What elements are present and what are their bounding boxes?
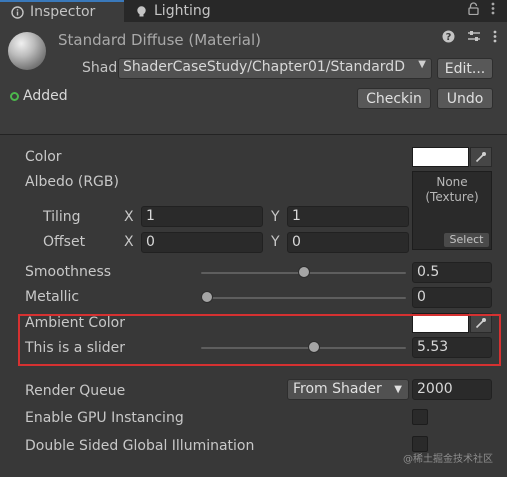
render-queue-dropdown[interactable]: From Shader ▼ bbox=[287, 379, 409, 400]
tiling-y-input[interactable]: 1 bbox=[287, 206, 409, 227]
chevron-down-icon: ▼ bbox=[418, 59, 426, 70]
texture-type-text: (Texture) bbox=[425, 190, 479, 204]
tab-lighting-label: Lighting bbox=[154, 3, 211, 19]
gpu-instancing-checkbox[interactable] bbox=[412, 409, 428, 425]
material-sphere-icon bbox=[8, 32, 46, 70]
kebab-menu-icon[interactable] bbox=[491, 2, 495, 19]
help-icon[interactable]: ? bbox=[442, 30, 455, 47]
kebab-menu-icon[interactable] bbox=[493, 30, 497, 47]
edit-shader-button[interactable]: Edit... bbox=[437, 58, 493, 79]
tiling-x-input[interactable]: 1 bbox=[141, 206, 263, 227]
shader-value: ShaderCaseStudy/Chapter01/StandardD bbox=[123, 59, 405, 75]
presets-icon[interactable] bbox=[467, 30, 481, 47]
shader-dropdown[interactable]: ShaderCaseStudy/Chapter01/StandardD ▼ bbox=[118, 58, 432, 79]
offset-y-input[interactable]: 0 bbox=[287, 232, 409, 253]
smoothness-label: Smoothness bbox=[25, 264, 112, 280]
material-header: Standard Diffuse (Material) ? Shader Sha… bbox=[0, 22, 507, 135]
color-label: Color bbox=[25, 149, 62, 165]
added-status-icon bbox=[10, 91, 19, 101]
texture-none-text: None bbox=[436, 175, 468, 189]
svg-text:?: ? bbox=[446, 32, 452, 43]
offset-label: Offset bbox=[43, 234, 86, 250]
watermark: @稀土掘金技术社区 bbox=[403, 454, 493, 465]
material-properties: Color Albedo (RGB) None (Texture) Select… bbox=[0, 136, 507, 477]
vcs-status: Added bbox=[10, 88, 68, 104]
metallic-slider-track[interactable] bbox=[201, 297, 406, 299]
offset-x-input[interactable]: 0 bbox=[141, 232, 263, 253]
color-swatch[interactable] bbox=[412, 147, 469, 167]
render-queue-mode: From Shader bbox=[293, 381, 382, 397]
render-queue-label: Render Queue bbox=[25, 383, 126, 399]
tiling-y-label: Y bbox=[271, 209, 280, 225]
offset-y-label: Y bbox=[271, 234, 280, 250]
chevron-down-icon: ▼ bbox=[394, 384, 402, 395]
texture-select-button[interactable]: Select bbox=[444, 233, 489, 247]
undo-button[interactable]: Undo bbox=[437, 88, 493, 109]
info-icon bbox=[10, 5, 24, 19]
render-queue-input[interactable]: 2000 bbox=[412, 379, 492, 400]
metallic-input[interactable]: 0 bbox=[412, 287, 492, 308]
albedo-label: Albedo (RGB) bbox=[25, 174, 119, 190]
tab-inspector-label: Inspector bbox=[30, 4, 96, 20]
highlight-box bbox=[18, 314, 501, 366]
tab-lighting[interactable]: Lighting bbox=[128, 0, 258, 22]
gpu-instancing-label: Enable GPU Instancing bbox=[25, 410, 184, 426]
smoothness-slider-thumb[interactable] bbox=[297, 266, 310, 278]
smoothness-input[interactable]: 0.5 bbox=[412, 262, 492, 283]
added-label: Added bbox=[23, 88, 68, 104]
bulb-icon bbox=[134, 4, 148, 18]
tab-inspector[interactable]: Inspector bbox=[0, 0, 124, 22]
lock-icon[interactable] bbox=[468, 2, 479, 19]
tiling-x-label: X bbox=[124, 209, 134, 225]
tab-bar: Inspector Lighting bbox=[0, 0, 507, 22]
checkin-button[interactable]: Checkin bbox=[357, 88, 431, 109]
metallic-label: Metallic bbox=[25, 289, 80, 305]
offset-x-label: X bbox=[124, 234, 134, 250]
albedo-texture-slot[interactable]: None (Texture) Select bbox=[412, 171, 492, 250]
metallic-slider-thumb[interactable] bbox=[201, 291, 213, 303]
eyedropper-icon[interactable] bbox=[470, 147, 492, 167]
tiling-label: Tiling bbox=[43, 209, 81, 225]
double-sided-gi-label: Double Sided Global Illumination bbox=[25, 438, 255, 454]
material-title: Standard Diffuse (Material) bbox=[58, 31, 262, 49]
